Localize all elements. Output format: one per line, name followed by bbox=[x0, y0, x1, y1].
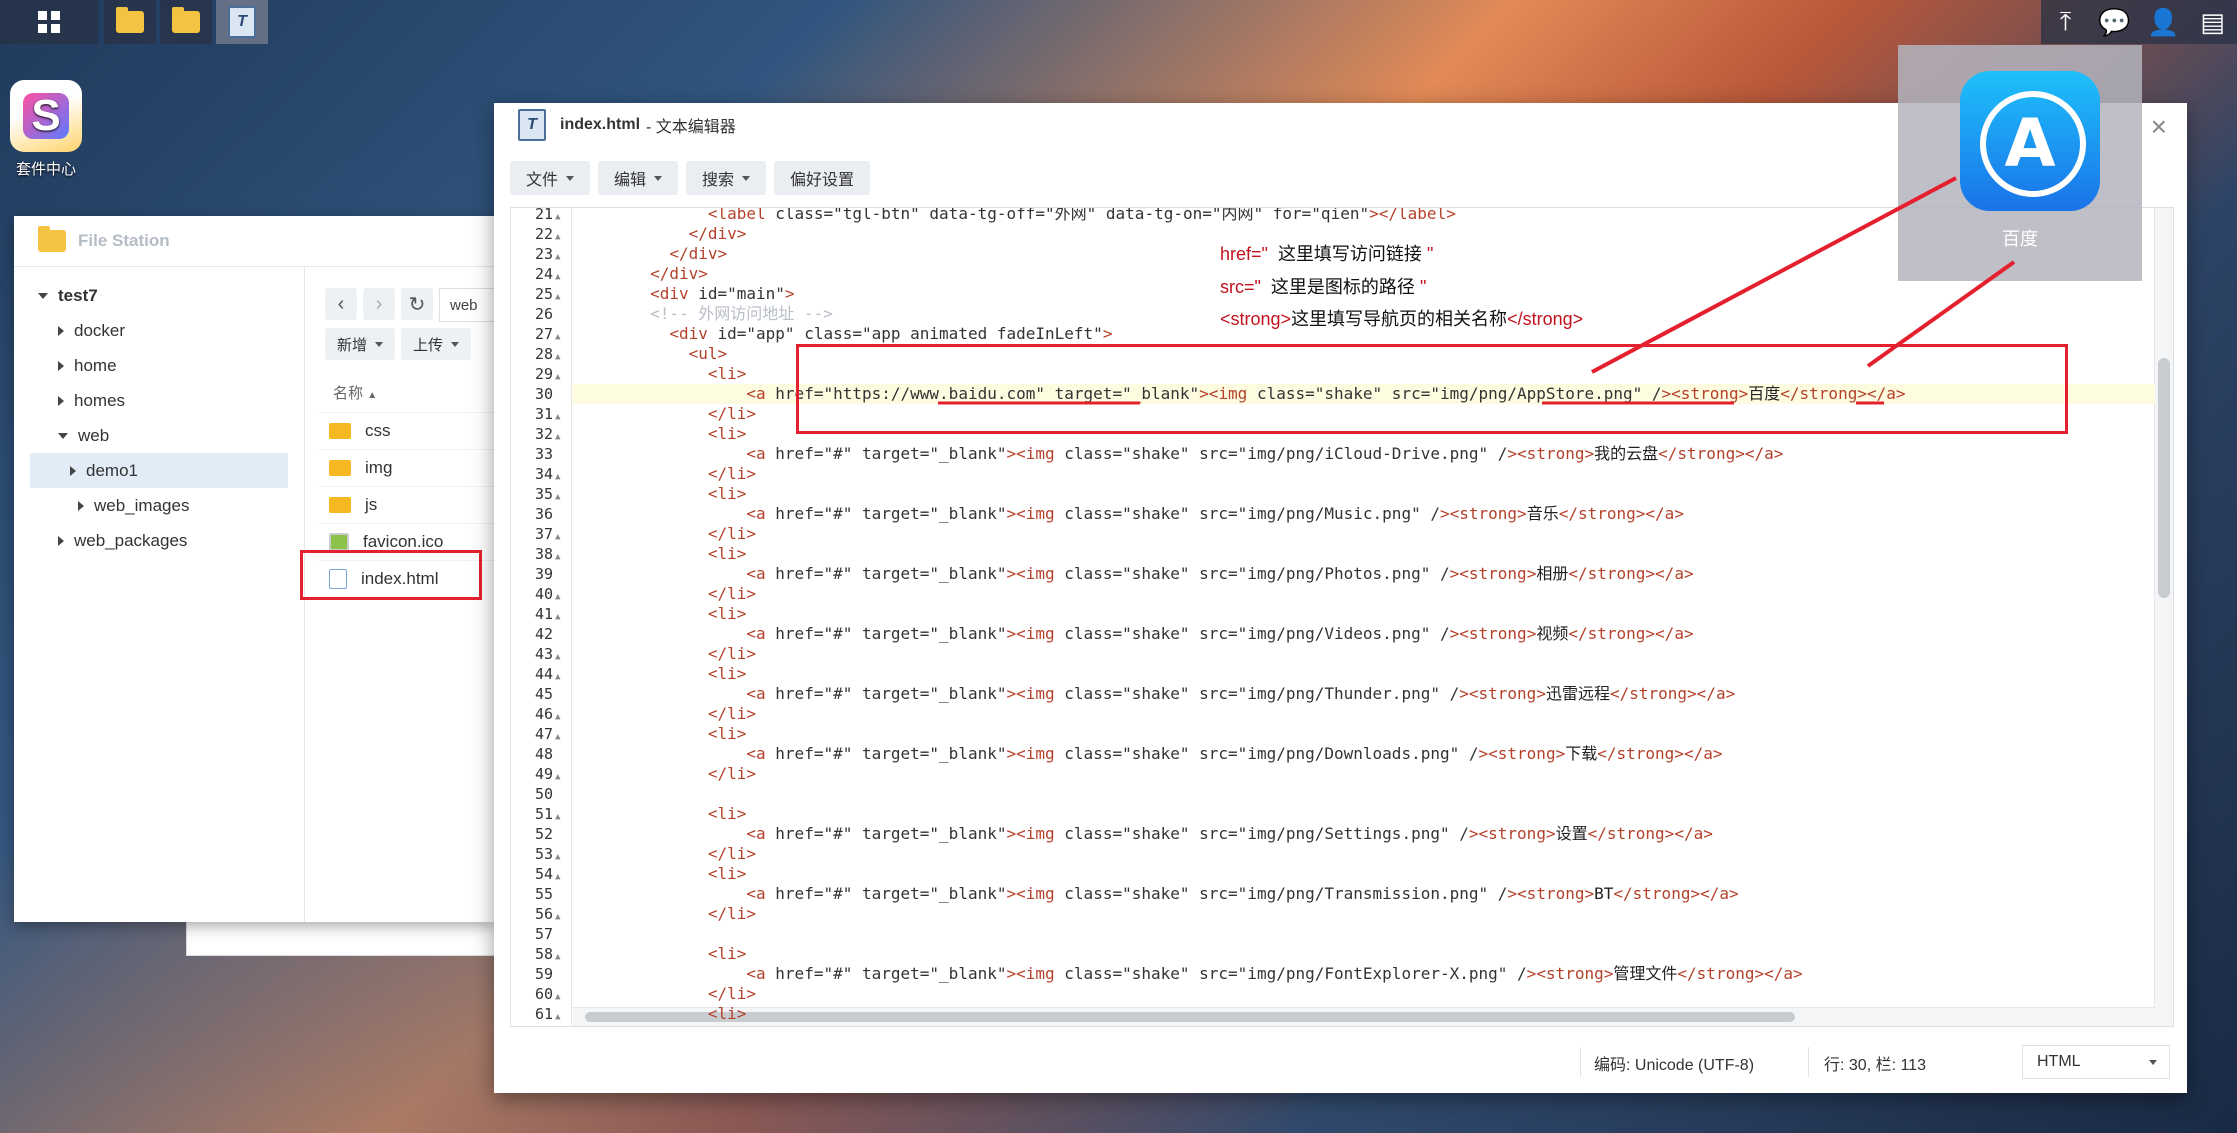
arrow-to-label bbox=[1866, 260, 2016, 368]
annotation-arrows bbox=[938, 176, 2016, 405]
